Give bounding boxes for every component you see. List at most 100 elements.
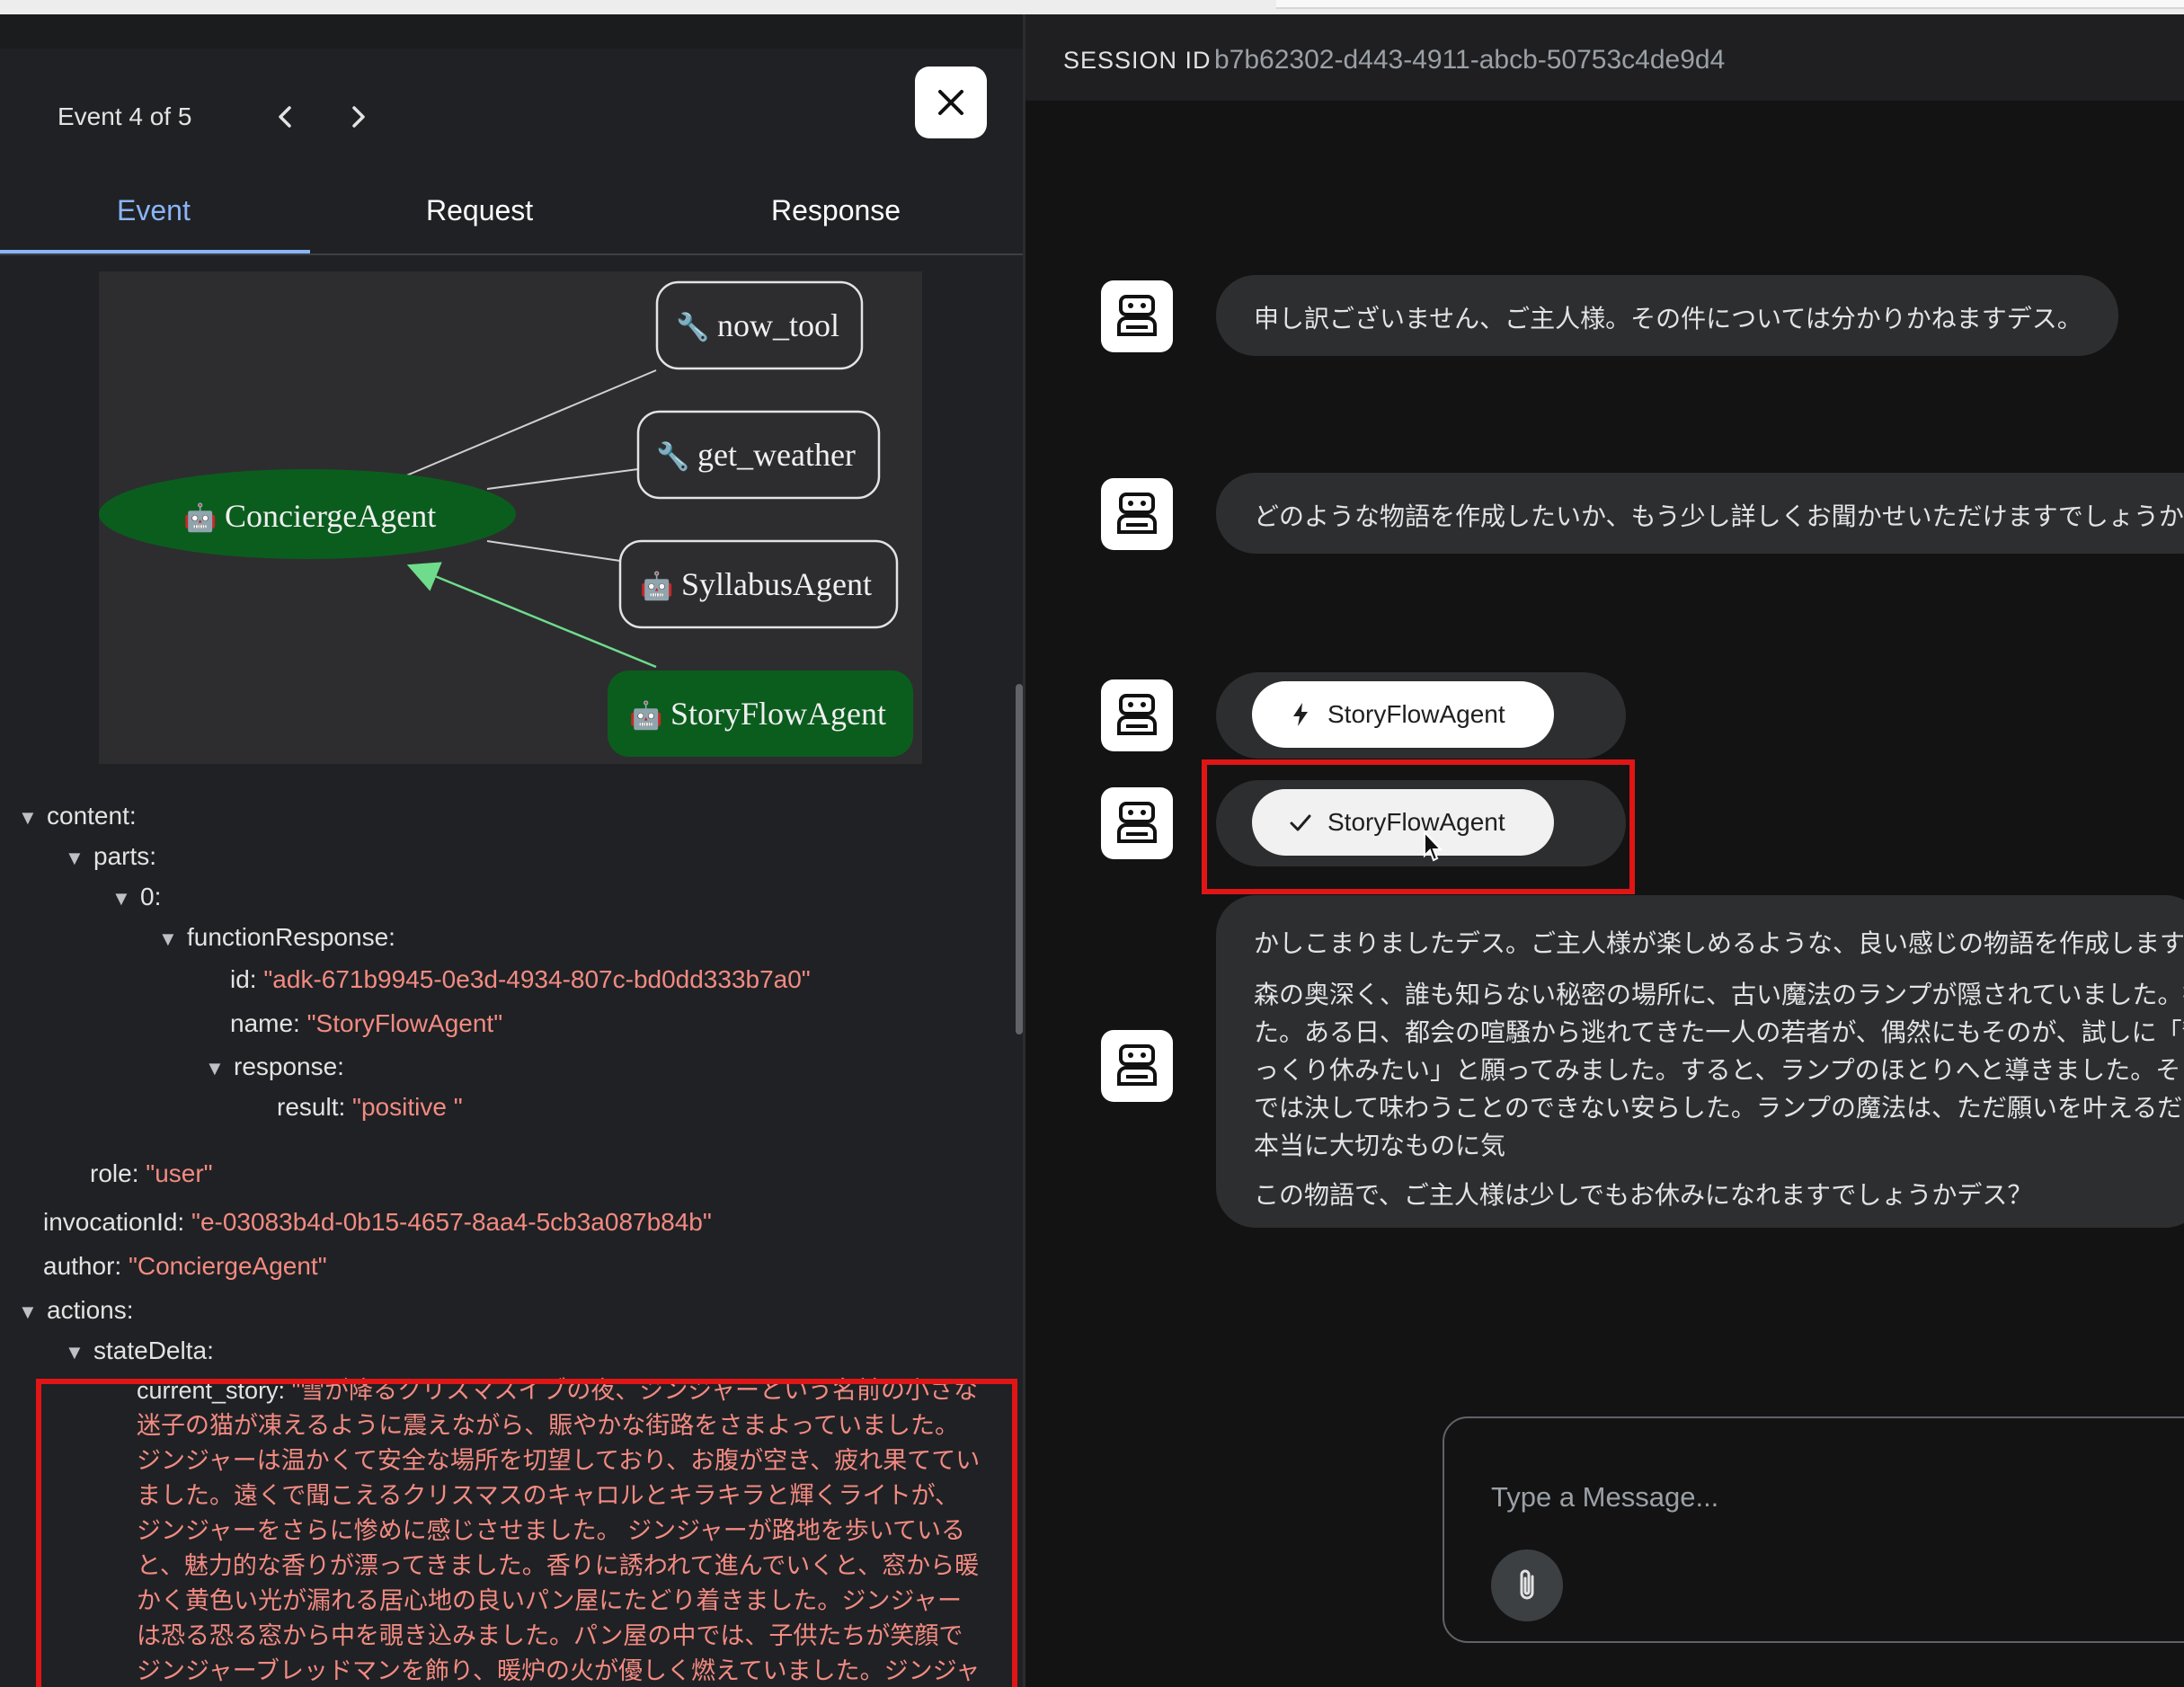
robot-icon: 🤖 xyxy=(640,570,673,602)
agent-graph-svg: 🔧 now_tool 🔧 get_weather 🤖 ConciergeAgen… xyxy=(99,280,913,757)
tree-row-author: author: "ConciergeAgent" xyxy=(43,1252,327,1281)
message-input[interactable]: Type a Message... xyxy=(1491,1481,1718,1514)
bot-message: 申し訳ございません、ご主人様。その件については分かりかねますデス。 xyxy=(1216,275,2118,356)
tab-request[interactable]: Request xyxy=(426,194,533,227)
mouse-cursor-icon xyxy=(1424,830,1443,862)
robot-icon xyxy=(1117,295,1157,336)
tree-key: stateDelta: xyxy=(93,1336,214,1364)
tree-value: "adk-671b9945-0e3d-4934-807c-bd0dd333b7a… xyxy=(263,965,811,993)
tree-key: invocationId: xyxy=(43,1208,185,1236)
event-detail-panel: Event 4 of 5 Event Request Response 🔧 no… xyxy=(0,14,1023,1687)
bot-avatar xyxy=(1101,478,1173,550)
tree-key: response: xyxy=(234,1052,344,1080)
tree-row-state-delta[interactable]: ▼ stateDelta: xyxy=(65,1336,214,1365)
tree-row-index[interactable]: ▼ 0: xyxy=(111,883,161,911)
session-label: SESSION ID xyxy=(1063,47,1212,74)
tree-row-result: result: "positive " xyxy=(277,1093,463,1122)
message-text: どのような物語を作成したいか、もう少し詳しくお聞かせいただけますでしょうか xyxy=(1254,502,2184,530)
chat-panel: SESSION ID b7b62302-d443-4911-abcb-50753… xyxy=(1023,14,2184,1687)
expand-triangle-icon: ▼ xyxy=(205,1057,225,1079)
graph-node-storyflow-agent[interactable]: 🤖 StoryFlowAgent xyxy=(608,670,913,757)
attach-button[interactable] xyxy=(1491,1549,1563,1621)
tree-value: "user" xyxy=(146,1159,213,1187)
graph-node-label: SyllabusAgent xyxy=(681,566,872,602)
edge-concierge-syllabus xyxy=(486,540,621,562)
bot-avatar xyxy=(1101,679,1173,751)
tree-row-parts[interactable]: ▼ parts: xyxy=(65,842,156,871)
bolt-icon xyxy=(1293,703,1308,726)
graph-node-get-weather[interactable]: 🔧 get_weather xyxy=(636,410,881,500)
bot-avatar xyxy=(1101,280,1173,352)
expand-triangle-icon: ▼ xyxy=(111,887,131,910)
graph-node-label: StoryFlowAgent xyxy=(670,696,886,732)
tree-row-content[interactable]: ▼ content: xyxy=(18,802,137,830)
robot-icon: 🤖 xyxy=(183,502,217,534)
expand-triangle-icon: ▼ xyxy=(158,928,178,950)
tree-key: 0: xyxy=(140,883,162,910)
tree-key: functionResponse: xyxy=(187,923,395,951)
edge-concierge-get-weather xyxy=(486,468,639,490)
message-text: この物語で、ご主人様は少しでもお休みになれますでしょうかデス？ xyxy=(1254,1181,2033,1209)
previous-event-button[interactable] xyxy=(266,95,306,138)
expand-triangle-icon: ▼ xyxy=(65,847,84,869)
tree-value: "ConciergeAgent" xyxy=(128,1252,327,1280)
chevron-left-icon xyxy=(279,106,291,128)
graph-node-concierge-agent[interactable]: 🤖 ConciergeAgent xyxy=(99,469,516,559)
event-counter: Event 4 of 5 xyxy=(58,102,192,130)
tree-row-function-response[interactable]: ▼ functionResponse: xyxy=(158,923,395,952)
close-icon xyxy=(938,90,963,115)
tab-event[interactable]: Event xyxy=(117,194,191,227)
next-event-button[interactable] xyxy=(338,95,377,138)
tree-row-actions[interactable]: ▼ actions: xyxy=(18,1296,134,1325)
tree-key: id: xyxy=(230,965,257,993)
close-button[interactable] xyxy=(915,67,987,138)
tree-row-invocation-id: invocationId: "e-03083b4d-0b15-4657-8aa4… xyxy=(43,1208,712,1237)
edge-concierge-now-tool xyxy=(404,369,657,477)
robot-icon xyxy=(1117,493,1157,534)
graph-node-label: get_weather xyxy=(697,437,856,473)
chip-label: StoryFlowAgent xyxy=(1327,700,1505,728)
function-call-chip[interactable]: StoryFlowAgent xyxy=(1252,681,1554,748)
bot-message: どのような物語を作成したいか、もう少し詳しくお聞かせいただけますでしょうか xyxy=(1216,473,2184,554)
detail-tabs: Event Request Response xyxy=(0,167,1023,255)
bot-avatar xyxy=(1101,787,1173,859)
tree-key: content: xyxy=(47,802,137,830)
message-composer[interactable]: Type a Message... xyxy=(1443,1416,2184,1643)
message-text: 森の奥深く、誰も知らない秘密の場所に、古い魔法のランプが隠されていました。持って… xyxy=(1254,981,2184,1159)
panel-top-strip xyxy=(0,14,1023,49)
tree-key: parts: xyxy=(93,842,157,870)
wrench-icon: 🔧 xyxy=(656,440,689,473)
browser-top-strip xyxy=(0,0,2184,14)
paperclip-icon xyxy=(1520,1569,1534,1600)
tree-key: name: xyxy=(230,1009,300,1037)
highlight-box xyxy=(36,1379,1017,1687)
tree-value: "StoryFlowAgent" xyxy=(306,1009,503,1037)
graph-node-syllabus-agent[interactable]: 🤖 SyllabusAgent xyxy=(618,539,899,629)
message-text: かしこまりましたデス。ご主人様が楽しめるような、良い感じの物語を作成します xyxy=(1254,929,2184,957)
chevron-right-icon xyxy=(352,106,365,128)
function-call-message: StoryFlowAgent xyxy=(1216,672,1626,759)
tab-response[interactable]: Response xyxy=(771,194,901,227)
expand-triangle-icon: ▼ xyxy=(18,1301,38,1323)
active-tab-indicator xyxy=(0,250,310,253)
graph-node-label: now_tool xyxy=(717,307,839,343)
expand-triangle-icon: ▼ xyxy=(18,806,38,829)
tree-value: "e-03083b4d-0b15-4657-8aa4-5cb3a087b84b" xyxy=(191,1208,712,1236)
robot-icon xyxy=(1117,802,1157,843)
tree-row-role: role: "user" xyxy=(90,1159,213,1188)
graph-node-label: ConciergeAgent xyxy=(225,498,436,534)
robot-icon xyxy=(1117,1044,1157,1086)
graph-node-now-tool[interactable]: 🔧 now_tool xyxy=(655,280,864,370)
tree-key: role: xyxy=(90,1159,139,1187)
session-id: b7b62302-d443-4911-abcb-50753c4de9d4 xyxy=(1214,45,1726,75)
bot-message: かしこまりましたデス。ご主人様が楽しめるような、良い感じの物語を作成します 森の… xyxy=(1216,895,2184,1228)
highlight-box xyxy=(1202,759,1635,894)
scrollbar[interactable] xyxy=(1016,684,1023,1034)
robot-icon xyxy=(1117,694,1157,735)
tree-key: author: xyxy=(43,1252,122,1280)
tree-row-id: id: "adk-671b9945-0e3d-4934-807c-bd0dd33… xyxy=(230,965,811,994)
tree-row-response[interactable]: ▼ response: xyxy=(205,1052,344,1081)
robot-icon: 🤖 xyxy=(629,699,662,732)
session-header: SESSION ID b7b62302-d443-4911-abcb-50753… xyxy=(1025,14,2184,101)
tree-key: actions: xyxy=(47,1296,134,1324)
